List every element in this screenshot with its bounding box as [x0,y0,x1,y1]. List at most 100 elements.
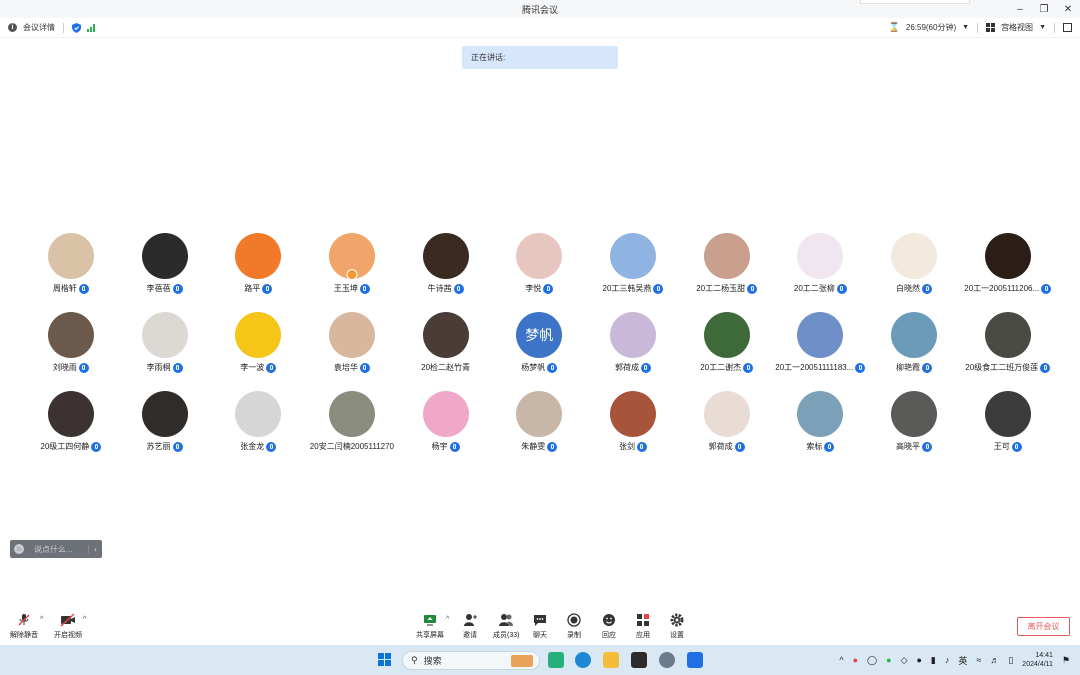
avatar[interactable] [235,391,282,437]
participant-tile[interactable]: 王玉坤 [305,233,399,294]
participant-tile[interactable]: 张金龙 [211,391,305,452]
meeting-details-link[interactable]: 会议详情 [23,22,55,33]
avatar[interactable] [609,233,656,279]
chat-quick-input[interactable]: ☺ 说点什么... ‹ [10,540,102,558]
avatar[interactable] [609,391,656,437]
participant-tile[interactable]: 20工二谢杰 [680,312,774,373]
tray-app-icon[interactable]: ● [853,655,858,665]
tencent-meeting-icon[interactable] [687,652,703,668]
participant-tile[interactable]: 20检二赵竹青 [399,312,493,373]
settings-app-icon[interactable] [659,652,675,668]
avatar[interactable] [141,312,188,358]
chevron-up-icon[interactable]: ^ [446,616,449,623]
app-icon[interactable] [548,652,564,668]
avatar[interactable] [984,391,1031,437]
unmute-button[interactable]: 解除静音 [10,612,38,640]
chevron-up-icon[interactable]: ^ [83,616,86,623]
participant-tile[interactable]: 高晓平 [867,391,961,452]
apps-button[interactable]: 应用 [636,612,650,640]
avatar[interactable] [797,233,844,279]
settings-button[interactable]: 设置 [670,612,684,640]
grid-view-icon[interactable] [986,23,996,32]
app-icon[interactable] [631,652,647,668]
windows-start-icon[interactable] [378,653,391,666]
record-button[interactable]: 录制 [567,612,581,640]
info-icon[interactable]: i [8,23,17,32]
start-video-button[interactable]: 开启视频 [54,612,82,640]
avatar[interactable] [703,233,750,279]
participant-tile[interactable]: 20工一20051111183... [774,312,868,373]
chevron-up-icon[interactable]: ^ [40,616,43,623]
ime-indicator[interactable]: 英 [958,654,967,667]
chevron-down-icon[interactable]: ▼ [1039,24,1046,31]
participant-tile[interactable]: 梦帆 杨梦帆 [492,312,586,373]
avatar[interactable] [609,312,656,358]
avatar[interactable] [516,233,563,279]
avatar[interactable] [141,233,188,279]
participant-tile[interactable]: 20工三韩吴燕 [586,233,680,294]
restore-icon[interactable]: ❐ [1038,3,1050,15]
participant-tile[interactable]: 袁培华 [305,312,399,373]
participant-tile[interactable]: 杨宇 [399,391,493,452]
avatar[interactable] [422,233,469,279]
close-icon[interactable]: ✕ [1062,3,1074,15]
participant-tile[interactable]: 李雨桐 [118,312,212,373]
avatar[interactable] [891,233,938,279]
folder-icon[interactable] [603,652,619,668]
participant-tile[interactable]: 20工二张柳 [774,233,868,294]
members-button[interactable]: 成员(33) [493,612,519,640]
chevron-down-icon[interactable]: ▼ [962,24,969,31]
chat-button[interactable]: 聊天 [533,612,547,640]
minimize-icon[interactable]: – [1014,3,1026,15]
participant-tile[interactable]: 周楷轩 [24,233,118,294]
tray-app-icon[interactable]: ● [916,655,921,665]
participant-tile[interactable]: 郭荷成 [680,391,774,452]
avatar[interactable] [891,391,938,437]
tray-app-icon[interactable]: ◇ [901,655,908,666]
participant-tile[interactable]: 20工一2005111206... [961,233,1055,294]
avatar[interactable] [47,312,94,358]
participant-tile[interactable]: 李一波 [211,312,305,373]
battery-icon[interactable]: ▯ [1008,655,1013,666]
participant-tile[interactable]: 20安二闫楠2005111270 [305,391,399,452]
participant-tile[interactable]: 路平 [211,233,305,294]
participant-tile[interactable]: 索标 [774,391,868,452]
chat-placeholder[interactable]: 说点什么... [34,544,88,555]
avatar[interactable] [797,312,844,358]
fullscreen-icon[interactable] [1063,23,1072,32]
taskbar-search[interactable]: ⚲ 搜索 [402,651,540,670]
leave-meeting-button[interactable]: 离开会议 [1017,617,1070,636]
invite-button[interactable]: 邀请 [463,612,477,640]
participant-tile[interactable]: 20级工四何静 [24,391,118,452]
avatar[interactable] [703,312,750,358]
avatar[interactable] [328,391,375,437]
participant-tile[interactable]: 20级食工二班万俊莲 [961,312,1055,373]
avatar[interactable] [984,233,1031,279]
notification-icon[interactable]: ⚑ [1062,655,1070,666]
signal-icon[interactable] [87,23,95,32]
participant-tile[interactable]: 朱静雯 [492,391,586,452]
avatar[interactable] [984,312,1031,358]
meeting-timer[interactable]: 26:59(60分钟) [906,22,956,33]
participant-tile[interactable]: 牛诗茜 [399,233,493,294]
avatar[interactable]: 梦帆 [516,312,563,358]
avatar[interactable] [235,312,282,358]
view-mode-selector[interactable]: 宫格视图 [1001,22,1033,33]
volume-icon[interactable]: ♬ [990,655,999,665]
participant-tile[interactable]: 郭荷成 [586,312,680,373]
avatar[interactable] [703,391,750,437]
participant-tile[interactable]: 王可 [961,391,1055,452]
avatar[interactable] [47,391,94,437]
emoji-icon[interactable]: ☺ [14,544,24,554]
participant-tile[interactable]: 刘晓雨 [24,312,118,373]
collapse-icon[interactable]: ‹ [88,544,102,554]
avatar[interactable] [516,391,563,437]
share-screen-button[interactable]: 共享屏幕 [416,612,444,640]
avatar[interactable] [422,312,469,358]
chevron-up-icon[interactable]: ^ [839,655,843,665]
avatar[interactable] [328,233,375,279]
participant-tile[interactable]: 李悦 [492,233,586,294]
avatar[interactable] [141,391,188,437]
avatar[interactable] [328,312,375,358]
avatar[interactable] [235,233,282,279]
